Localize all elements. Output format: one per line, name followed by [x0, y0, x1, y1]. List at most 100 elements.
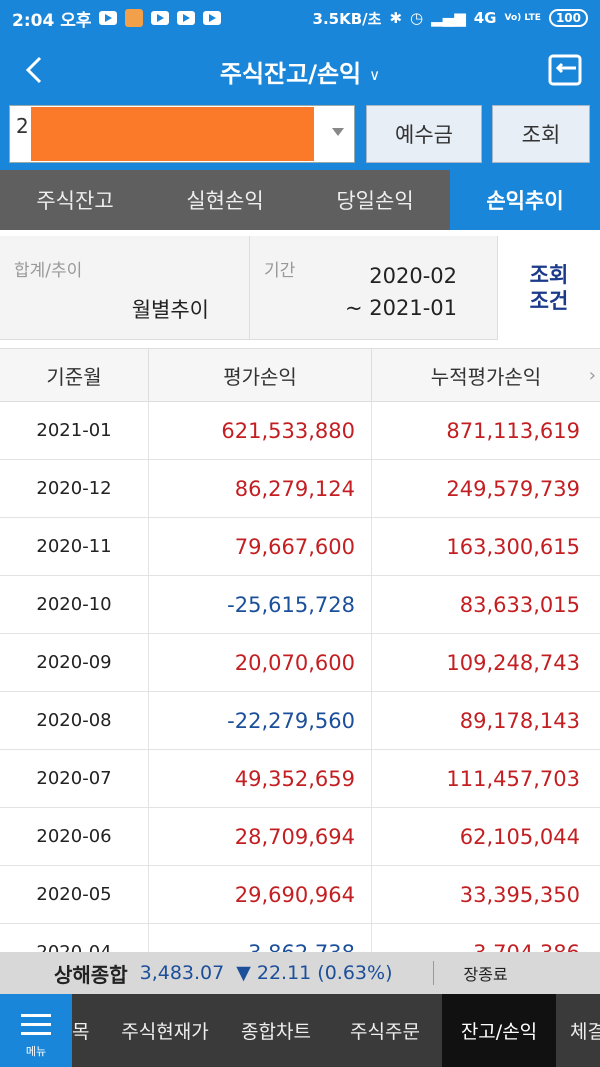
- cell-cum-pl: 163,300,615: [446, 534, 580, 559]
- cell-cum-pl: 249,579,739: [446, 476, 580, 501]
- nav-item-stock-price[interactable]: 주식현재가: [106, 994, 224, 1067]
- column-header-cum-pl[interactable]: 누적평가손익 ›: [372, 349, 600, 401]
- cell-pl: 29,690,964: [149, 866, 372, 923]
- index-ticker[interactable]: 상해종합 3,483.07 ▼ 22.11 (0.63%) 장종료: [0, 952, 600, 994]
- nav-item-balance-pl[interactable]: 잔고/손익: [442, 994, 556, 1067]
- network-type: 4G: [473, 9, 497, 27]
- network-speed: 3.5KB/초: [312, 9, 382, 28]
- table-header: 기준월 평가손익 누적평가손익 ›: [0, 348, 600, 402]
- status-time: 2:04 오후: [12, 10, 92, 31]
- redacted-account-mask: [31, 107, 314, 161]
- table-row[interactable]: 2020-10 -25,615,728 83,633,015: [0, 576, 600, 634]
- cell-pl: 86,279,124: [149, 460, 372, 517]
- notification-icon: [99, 11, 118, 25]
- nav-item-order[interactable]: 주식주문: [328, 994, 442, 1067]
- cell-pl: 20,070,600: [149, 634, 372, 691]
- youtube-icon: [203, 11, 222, 25]
- cell-pl: -25,615,728: [149, 576, 372, 633]
- account-select[interactable]: 2: [9, 105, 355, 163]
- type-selector[interactable]: 합계/추이 월별추이: [0, 236, 250, 340]
- table-body[interactable]: 2021-01 621,533,880 871,113,619 2020-12 …: [0, 402, 600, 952]
- cell-month: 2020-09: [0, 634, 149, 691]
- tab-bar: 주식잔고 실현손익 당일손익 손익추이: [0, 170, 600, 230]
- bottom-nav: 메뉴 목 주식현재가 종합차트 주식주문 잔고/손익 체결: [0, 994, 600, 1067]
- query-condition-button[interactable]: 조회 조건: [498, 236, 600, 340]
- signal-icon: ▂▄▆: [431, 9, 466, 27]
- market-status: 장종료: [463, 965, 508, 984]
- cell-pl: 79,667,600: [149, 518, 372, 575]
- column-header-month[interactable]: 기준월: [0, 349, 149, 401]
- period-to: ~ 2021-01: [344, 296, 457, 320]
- deposit-button[interactable]: 예수금: [366, 105, 482, 163]
- divider: [432, 961, 434, 985]
- tab-realized-pl[interactable]: 실현손익: [150, 170, 300, 230]
- condition-panel: 합계/추이 월별추이 기간 2020-02 ~ 2021-01 조회 조건: [0, 236, 600, 340]
- battery-icon: 100: [548, 9, 588, 27]
- table-row[interactable]: 2020-11 79,667,600 163,300,615: [0, 518, 600, 576]
- cell-pl: 621,533,880: [149, 402, 372, 459]
- cell-cum-pl: 33,395,350: [459, 882, 580, 907]
- cell-pl: 3,862,738: [149, 924, 372, 952]
- cell-cum-pl: 3,704,386: [372, 924, 600, 953]
- screen-switch-icon[interactable]: [546, 50, 586, 90]
- cell-month: 2020-10: [0, 576, 149, 633]
- cell-month: 2020-07: [0, 750, 149, 807]
- table-row[interactable]: 2021-01 621,533,880 871,113,619: [0, 402, 600, 460]
- hamburger-icon: [21, 1014, 51, 1036]
- table-row[interactable]: 2020-04 3,862,738 3,704,386: [0, 924, 600, 952]
- type-value: 월별추이: [131, 298, 209, 322]
- app-screen: 2:04 오후 3.5KB/초 ✱ ◷ ▂▄▆ 4G Vo) LTE 100 주…: [0, 0, 600, 1067]
- table-row[interactable]: 2020-05 29,690,964 33,395,350: [0, 866, 600, 924]
- cell-month: 2020-06: [0, 808, 149, 865]
- table-row[interactable]: 2020-08 -22,279,560 89,178,143: [0, 692, 600, 750]
- cell-cum-pl: 83,633,015: [459, 592, 580, 617]
- volte-badge: Vo) LTE: [504, 13, 541, 23]
- cell-month: 2021-01: [0, 402, 149, 459]
- nav-item-partial[interactable]: 목: [72, 994, 106, 1067]
- bluetooth-icon: ✱: [389, 9, 403, 27]
- period-selector[interactable]: 기간 2020-02 ~ 2021-01: [250, 236, 498, 340]
- column-header-pl[interactable]: 평가손익: [149, 349, 372, 401]
- cell-pl: -22,279,560: [149, 692, 372, 749]
- cell-cum-pl: 89,178,143: [459, 708, 580, 733]
- tab-pl-trend[interactable]: 손익추이: [450, 170, 600, 230]
- nav-item-chart[interactable]: 종합차트: [224, 994, 328, 1067]
- cell-cum-pl: 62,105,044: [459, 824, 580, 849]
- alarm-icon: ◷: [410, 9, 424, 27]
- dropdown-caret-icon: [332, 128, 344, 136]
- status-bar: 2:04 오후 3.5KB/초 ✱ ◷ ▂▄▆ 4G Vo) LTE 100: [0, 0, 600, 36]
- app-notification-icon: [125, 9, 144, 27]
- account-row: 2 예수금 조회: [0, 102, 600, 170]
- index-name: 상해종합: [54, 962, 128, 987]
- table-row[interactable]: 2020-09 20,070,600 109,248,743: [0, 634, 600, 692]
- table-row[interactable]: 2020-07 49,352,659 111,457,703: [0, 750, 600, 808]
- cell-cum-pl: 109,248,743: [446, 650, 580, 675]
- chevron-right-icon[interactable]: ›: [589, 365, 596, 386]
- index-change: ▼ 22.11 (0.63%): [236, 962, 393, 984]
- table-row[interactable]: 2020-06 28,709,694 62,105,044: [0, 808, 600, 866]
- table-row[interactable]: 2020-12 86,279,124 249,579,739: [0, 460, 600, 518]
- cell-cum-pl: 871,113,619: [446, 418, 580, 443]
- menu-button[interactable]: 메뉴: [0, 994, 72, 1067]
- menu-label: 메뉴: [25, 1045, 47, 1058]
- page-title[interactable]: 주식잔고/손익 ∨: [0, 54, 600, 89]
- cell-month: 2020-12: [0, 460, 149, 517]
- account-number-prefix: 2: [16, 114, 29, 138]
- nav-item-execution[interactable]: 체결: [556, 994, 600, 1067]
- app-header: 주식잔고/손익 ∨: [0, 36, 600, 102]
- youtube-icon: [177, 11, 196, 25]
- cell-month: 2020-04: [0, 924, 149, 952]
- chevron-down-icon: ∨: [369, 66, 381, 84]
- cell-month: 2020-08: [0, 692, 149, 749]
- cell-pl: 28,709,694: [149, 808, 372, 865]
- tab-today-pl[interactable]: 당일손익: [300, 170, 450, 230]
- period-from: 2020-02: [369, 264, 457, 288]
- index-value: 3,483.07: [139, 962, 225, 984]
- tab-stock-balance[interactable]: 주식잔고: [0, 170, 150, 230]
- cell-cum-pl: 111,457,703: [446, 766, 580, 791]
- type-label: 합계/추이: [14, 261, 83, 281]
- cell-month: 2020-05: [0, 866, 149, 923]
- period-label: 기간: [264, 261, 296, 281]
- cell-month: 2020-11: [0, 518, 149, 575]
- query-button[interactable]: 조회: [492, 105, 590, 163]
